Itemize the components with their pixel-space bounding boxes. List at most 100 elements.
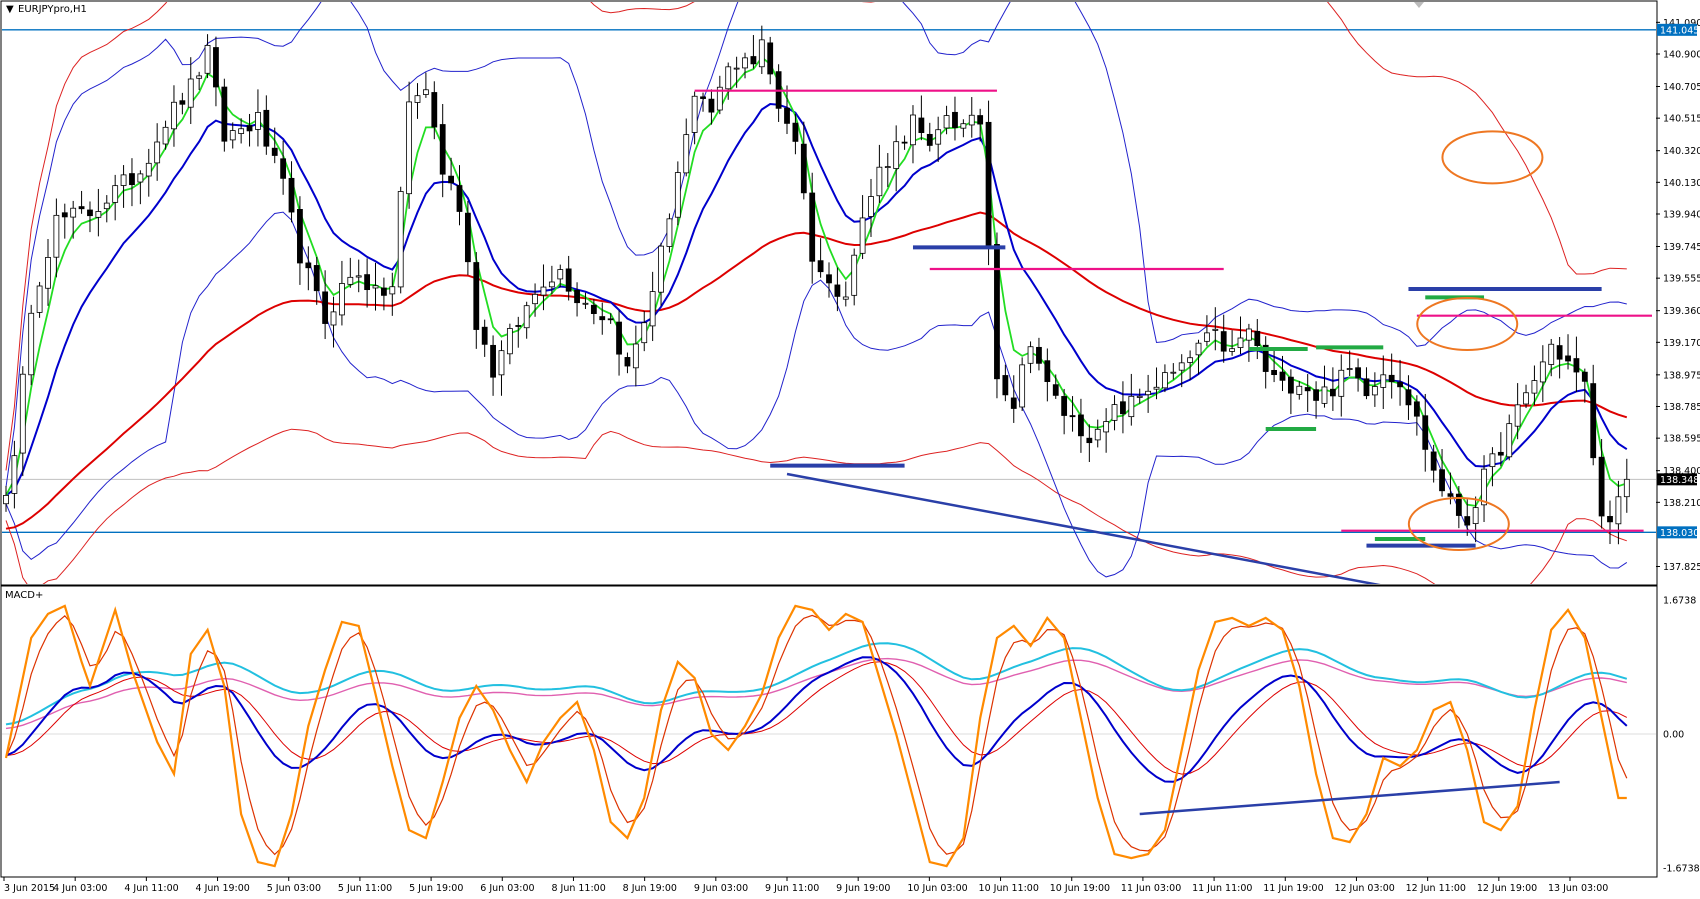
candle-body [381,287,387,296]
candle-body [1120,401,1126,415]
candle-body [1069,415,1076,418]
time-axis-label: 6 Jun 03:00 [480,883,534,894]
candle-body [330,311,337,326]
chart-menu-glyph[interactable]: ▼ [6,4,14,15]
time-axis-label: 11 Jun 19:00 [1263,883,1323,894]
candle-body [1489,453,1496,468]
time-axis-label: 4 Jun 11:00 [124,883,178,894]
price-trend-line[interactable] [786,472,1392,587]
macd-trend-line[interactable] [1139,780,1560,816]
mt4-chart-window[interactable]: ▼ EURJPYpro,H1 MACD+ 141.090 140.900 140.7… [0,0,1700,899]
candle-body [103,202,110,210]
time-axis-label: 4 Jun 19:00 [196,883,250,894]
candle-body [1590,383,1597,459]
time-axis-label: 13 Jun 03:00 [1548,883,1608,894]
candle-body [1615,496,1622,525]
price-axis-label: 139.360 [1663,306,1700,317]
time-axis-label: 8 Jun 11:00 [551,883,605,894]
candle-body [985,121,992,248]
candle-body [389,286,396,295]
candle-body [977,115,984,125]
time-axis-label: 9 Jun 19:00 [836,883,890,894]
candle-body [78,206,85,210]
price-axis-label: 140.705 [1663,82,1700,93]
candle-body [952,111,958,128]
candle-body [1136,395,1143,398]
candle-body [1162,372,1168,389]
candle-body [498,350,505,376]
candle-body [221,86,228,142]
candle-body [607,318,614,321]
candle-body [574,289,580,304]
candle-body [750,56,757,65]
candle-body [935,129,942,145]
candle-body [414,95,421,103]
candle-body [347,276,354,285]
candle-body [1187,357,1194,363]
candle-body [1103,421,1110,433]
candle-body [137,173,144,183]
price-axis-label: 140.515 [1663,114,1700,125]
time-axis-label: 11 Jun 11:00 [1192,883,1252,894]
time-axis-label: 5 Jun 11:00 [338,883,392,894]
candle-body [599,316,606,321]
price-axis-label: 140.130 [1663,178,1700,189]
candle-body [557,269,564,280]
price-tag-label: 138.348 [1660,475,1699,486]
macd-fast-line [4,604,1627,868]
macd-axis-label: 1.6738 [1663,596,1696,607]
candle-body [1086,437,1093,444]
candle-body [1497,451,1504,456]
candle-body [1581,371,1588,382]
candle-body [1397,381,1403,388]
time-axis-label: 10 Jun 11:00 [979,883,1039,894]
candle-body [1405,389,1412,406]
macd-axis-label: -1.6738 [1663,864,1700,875]
candle-body [1548,343,1555,365]
candle-body [758,39,765,68]
candle-body [422,89,429,95]
candle-body [1371,386,1378,396]
candle-body [767,42,774,75]
time-axis-label: 10 Jun 19:00 [1050,883,1110,894]
candle-body [448,175,454,184]
candle-body [364,274,371,291]
chart-shift-marker-icon[interactable] [1414,2,1424,8]
candle-body [112,185,119,203]
candle-body [1019,364,1026,408]
candle-body [532,293,538,305]
candle-body [506,328,513,355]
candle-body [61,212,68,218]
candle-body [1128,395,1135,418]
candle-body [1321,386,1328,404]
candle-body [926,133,933,146]
candle-body [1036,346,1042,364]
candle-body [1279,371,1286,381]
candle-body [1573,358,1580,373]
candle-body [11,455,18,494]
candle-body [817,260,824,273]
orange-highlight-ellipse[interactable] [1416,297,1519,351]
candle-body [1002,375,1009,396]
candle-body [280,158,287,179]
candle-body [238,128,245,134]
candle-body [1178,362,1185,371]
candle-body [305,262,312,269]
orange-highlight-ellipse[interactable] [1441,130,1544,185]
candle-body [1212,328,1219,331]
candle-body [1027,346,1034,364]
price-axis-label: 139.555 [1663,274,1700,285]
candle-body [943,115,950,129]
candle-body [1514,404,1521,427]
time-axis-label: 9 Jun 11:00 [765,883,819,894]
candle-body [372,285,379,289]
bollinger-outer-lower [5,428,1627,584]
chart-canvas[interactable]: ▼ EURJPYpro,H1 MACD+ 141.090140.900140.7… [0,0,1700,899]
candle-body [1195,342,1202,356]
candle-body [893,141,900,169]
candle-body [1296,385,1303,395]
price-axis-label: 139.745 [1663,242,1700,253]
candle-body [246,125,253,132]
candle-body [708,98,715,113]
candle-body [540,286,547,296]
